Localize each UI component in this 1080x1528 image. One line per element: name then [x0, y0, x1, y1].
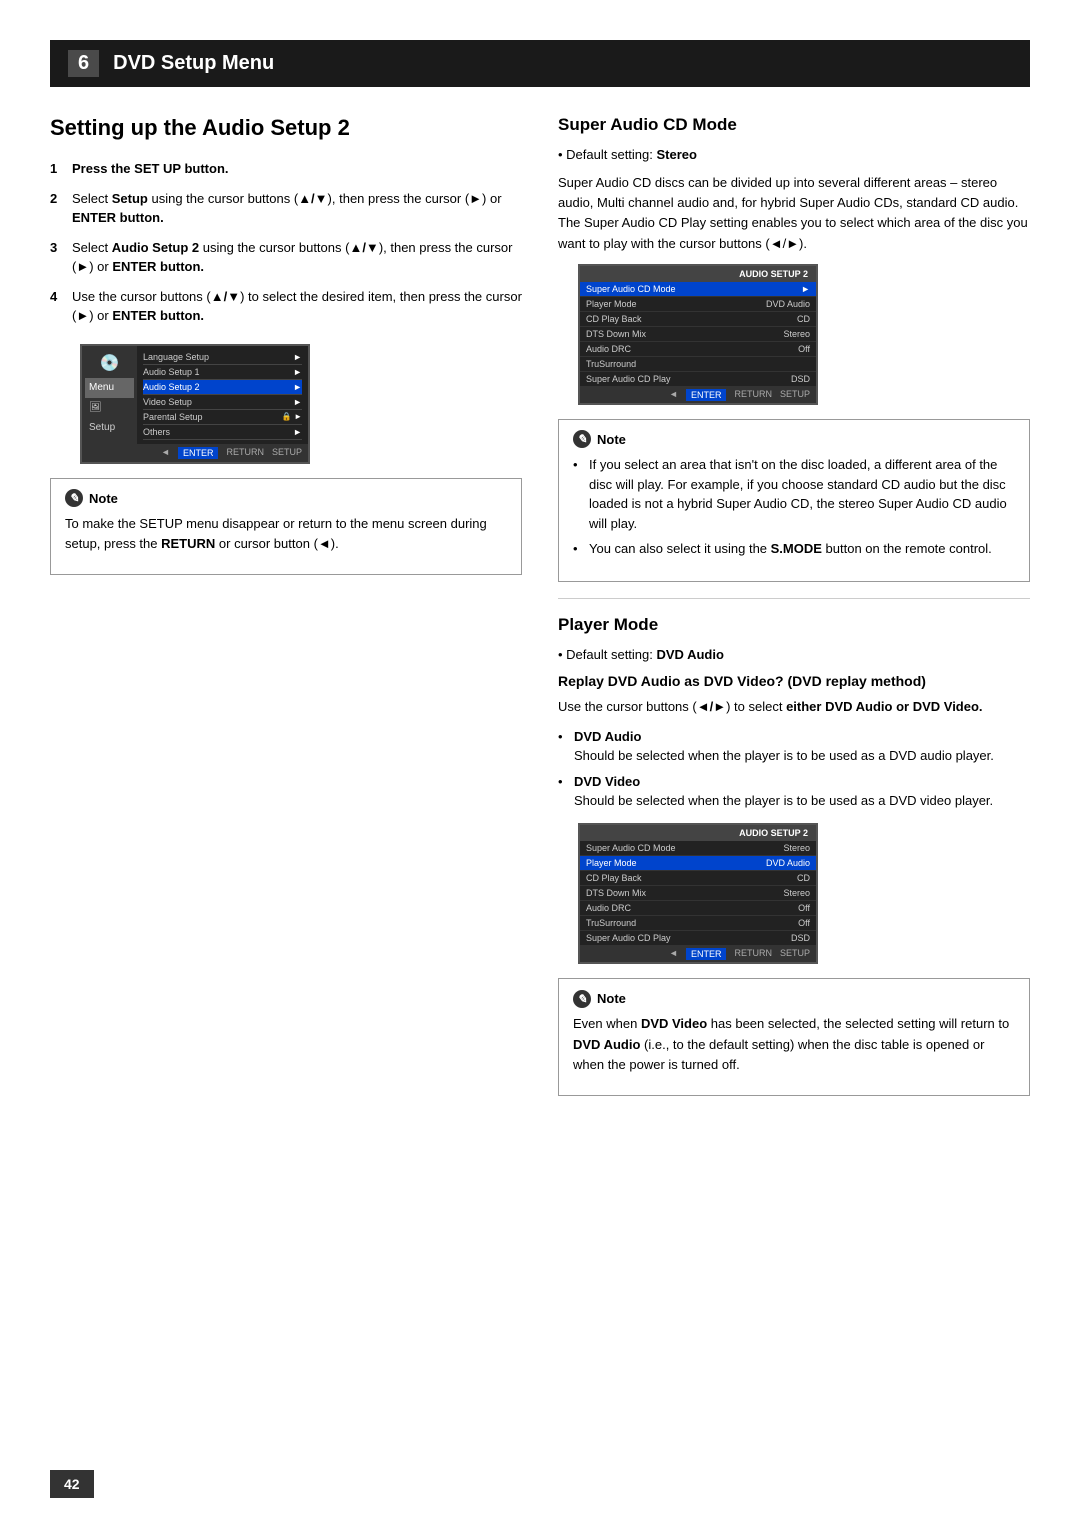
screen1-row-7: Super Audio CD PlayDSD [580, 372, 816, 387]
super-audio-heading: Super Audio CD Mode [558, 115, 1030, 135]
screen1-row-4: DTS Down MixStereo [580, 327, 816, 342]
menu-item-audio1: Audio Setup 1► [143, 365, 302, 380]
step-4: Use the cursor buttons (▲/▼) to select t… [50, 287, 522, 326]
chapter-number: 6 [68, 50, 99, 77]
note-icon-right-2: ✎ [573, 990, 591, 1008]
screen2-title: AUDIO SETUP 2 [580, 825, 816, 841]
screen2-row-1: Super Audio CD ModeStereo [580, 841, 816, 856]
step-list: Press the SET UP button. Select Setup us… [50, 159, 522, 326]
note1-bullet-list: If you select an area that isn't on the … [573, 455, 1015, 559]
screen-main: Language Setup► Audio Setup 1► Audio Set… [137, 346, 308, 444]
note-text-left: To make the SETUP menu disappear or retu… [65, 514, 507, 554]
btn-return[interactable]: RETURN [226, 447, 264, 459]
screen-body: 💿 Menu 🖼 Setup Language Setup► Audio Set… [82, 346, 308, 444]
dvd-video-item: DVD Video Should be selected when the pl… [558, 772, 1030, 811]
screen1-title: AUDIO SETUP 2 [580, 266, 816, 282]
screen1-row-6: TruSurround [580, 357, 816, 372]
player-mode-heading: Player Mode [558, 615, 1030, 635]
super-audio-default: • Default setting: Stereo [558, 145, 1030, 165]
screen1-btn-enter[interactable]: ENTER [686, 389, 727, 401]
note-title-right-2: ✎ Note [573, 989, 1015, 1009]
screen2-btn-cursor[interactable]: ◄ [669, 948, 678, 960]
screen2-bottom: ◄ ENTER RETURN SETUP [580, 946, 816, 962]
divider [558, 598, 1030, 599]
player-mode-default: • Default setting: DVD Audio [558, 645, 1030, 665]
page: 6 DVD Setup Menu Setting up the Audio Se… [0, 0, 1080, 1528]
btn-enter[interactable]: ENTER [178, 447, 219, 459]
screen-sidebar: 💿 Menu 🖼 Setup [82, 346, 137, 444]
screen1-row-3: CD Play BackCD [580, 312, 816, 327]
sidebar-icon-disc: 💿 [85, 350, 134, 378]
screen-right-1: AUDIO SETUP 2 Super Audio CD Mode► Playe… [578, 264, 818, 405]
note-box-left: ✎ Note To make the SETUP menu disappear … [50, 478, 522, 576]
screen1-row-2: Player ModeDVD Audio [580, 297, 816, 312]
left-column: Setting up the Audio Setup 2 Press the S… [50, 115, 522, 1110]
screen1-btn-cursor[interactable]: ◄ [669, 389, 678, 401]
note1-bullet-2: You can also select it using the S.MODE … [573, 539, 1015, 559]
note-box-right-1: ✎ Note If you select an area that isn't … [558, 419, 1030, 582]
screen2-row-4: DTS Down MixStereo [580, 886, 816, 901]
chapter-title: DVD Setup Menu [113, 52, 274, 75]
screen2-btn-return[interactable]: RETURN [734, 948, 772, 960]
note-title-right-1: ✎ Note [573, 430, 1015, 450]
note-box-right-2: ✎ Note Even when DVD Video has been sele… [558, 978, 1030, 1096]
screen1-row-1: Super Audio CD Mode► [580, 282, 816, 297]
two-column-layout: Setting up the Audio Setup 2 Press the S… [50, 115, 1030, 1110]
screen2-row-6: TruSurroundOff [580, 916, 816, 931]
chapter-header: 6 DVD Setup Menu [50, 40, 1030, 87]
screen2-btn-enter[interactable]: ENTER [686, 948, 727, 960]
note-icon-left: ✎ [65, 489, 83, 507]
replay-subheading: Use the cursor buttons (◄/►) to select e… [558, 697, 1030, 717]
super-audio-paragraph: Super Audio CD discs can be divided up i… [558, 173, 1030, 254]
left-section-heading: Setting up the Audio Setup 2 [50, 115, 522, 141]
btn-setup[interactable]: SETUP [272, 447, 302, 459]
step-2: Select Setup using the cursor buttons (▲… [50, 189, 522, 228]
menu-item-language: Language Setup► [143, 350, 302, 365]
right-column: Super Audio CD Mode • Default setting: S… [558, 115, 1030, 1110]
step-3: Select Audio Setup 2 using the cursor bu… [50, 238, 522, 277]
screen1-bottom: ◄ ENTER RETURN SETUP [580, 387, 816, 403]
note1-bullet-1: If you select an area that isn't on the … [573, 455, 1015, 533]
dvd-audio-item: DVD Audio Should be selected when the pl… [558, 727, 1030, 766]
screen2-row-5: Audio DRCOff [580, 901, 816, 916]
screen-bottom-controls: ◄ ENTER RETURN SETUP [82, 444, 308, 462]
menu-item-audio2: Audio Setup 2► [143, 380, 302, 395]
screen1-btn-return[interactable]: RETURN [734, 389, 772, 401]
menu-item-others: Others► [143, 425, 302, 440]
sidebar-icon-menu: Menu [85, 378, 134, 398]
sidebar-icon-image: 🖼 [85, 398, 134, 418]
screen-right-2: AUDIO SETUP 2 Super Audio CD ModeStereo … [578, 823, 818, 964]
note2-text: Even when DVD Video has been selected, t… [573, 1014, 1015, 1074]
sidebar-icon-setup: Setup [85, 418, 134, 438]
screen1-btn-setup[interactable]: SETUP [780, 389, 810, 401]
menu-item-video: Video Setup► [143, 395, 302, 410]
step-1: Press the SET UP button. [50, 159, 522, 179]
replay-heading: Replay DVD Audio as DVD Video? (DVD repl… [558, 673, 1030, 689]
screen2-btn-setup[interactable]: SETUP [780, 948, 810, 960]
screen2-row-7: Super Audio CD PlayDSD [580, 931, 816, 946]
screen2-row-3: CD Play BackCD [580, 871, 816, 886]
page-number: 42 [50, 1470, 94, 1498]
screen1-row-5: Audio DRCOff [580, 342, 816, 357]
note-title-left: ✎ Note [65, 489, 507, 509]
btn-cursor[interactable]: ◄ [161, 447, 170, 459]
screen-mockup-left: 💿 Menu 🖼 Setup Language Setup► Audio Set… [80, 344, 310, 464]
dvd-options-list: DVD Audio Should be selected when the pl… [558, 727, 1030, 811]
screen2-row-2: Player ModeDVD Audio [580, 856, 816, 871]
menu-item-parental: Parental Setup🔒 ► [143, 410, 302, 425]
note-icon-right-1: ✎ [573, 430, 591, 448]
